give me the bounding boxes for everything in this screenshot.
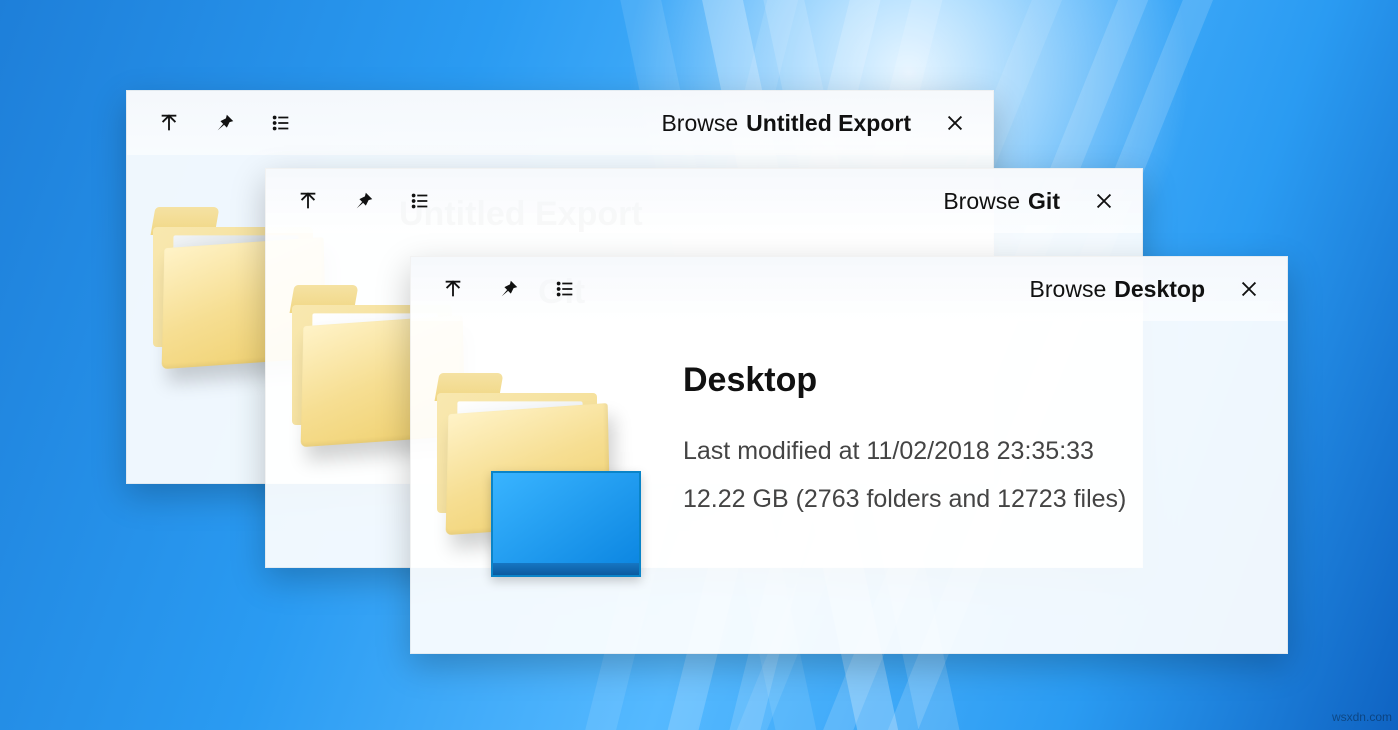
pin-button[interactable] [197, 103, 253, 143]
desktop-overlay-icon [491, 471, 641, 577]
up-button[interactable] [280, 181, 336, 221]
browse-label: Browse [943, 188, 1020, 215]
breadcrumb[interactable]: Browse Desktop [1030, 276, 1205, 303]
arrow-up-icon [297, 190, 319, 212]
pin-icon [353, 190, 375, 212]
watermark: wsxdn.com [1332, 710, 1392, 724]
list-options-icon [554, 278, 576, 300]
close-button[interactable] [1080, 181, 1128, 221]
list-options-icon [409, 190, 431, 212]
browse-name: Untitled Export [746, 110, 911, 137]
pin-icon [214, 112, 236, 134]
arrow-up-icon [158, 112, 180, 134]
arrow-up-icon [442, 278, 464, 300]
pin-button[interactable] [336, 181, 392, 221]
toolbar: Browse Desktop [411, 257, 1287, 321]
list-options-icon [270, 112, 292, 134]
folder-title: Desktop [683, 361, 1257, 400]
up-button[interactable] [425, 269, 481, 309]
options-button[interactable] [392, 181, 448, 221]
toolbar: Browse Untitled Export [127, 91, 993, 155]
preview-window-desktop: Browse Desktop Desktop Last modified at … [410, 256, 1288, 654]
options-button[interactable] [253, 103, 309, 143]
breadcrumb[interactable]: Browse Untitled Export [661, 110, 911, 137]
browse-name: Git [1028, 188, 1060, 215]
close-button[interactable] [1225, 269, 1273, 309]
pin-button[interactable] [481, 269, 537, 309]
up-button[interactable] [141, 103, 197, 143]
info-panel: Desktop Last modified at 11/02/2018 23:3… [683, 351, 1257, 581]
close-icon [1238, 278, 1260, 300]
browse-label: Browse [1030, 276, 1107, 303]
breadcrumb[interactable]: Browse Git [943, 188, 1060, 215]
pin-icon [498, 278, 520, 300]
folder-thumbnail [427, 351, 647, 581]
toolbar: Browse Git [266, 169, 1142, 233]
close-icon [1093, 190, 1115, 212]
close-button[interactable] [931, 103, 979, 143]
options-button[interactable] [537, 269, 593, 309]
last-modified: Last modified at 11/02/2018 23:35:33 [683, 428, 1257, 476]
browse-label: Browse [661, 110, 738, 137]
size-stats: 12.22 GB (2763 folders and 12723 files) [683, 476, 1257, 524]
close-icon [944, 112, 966, 134]
browse-name: Desktop [1114, 276, 1205, 303]
